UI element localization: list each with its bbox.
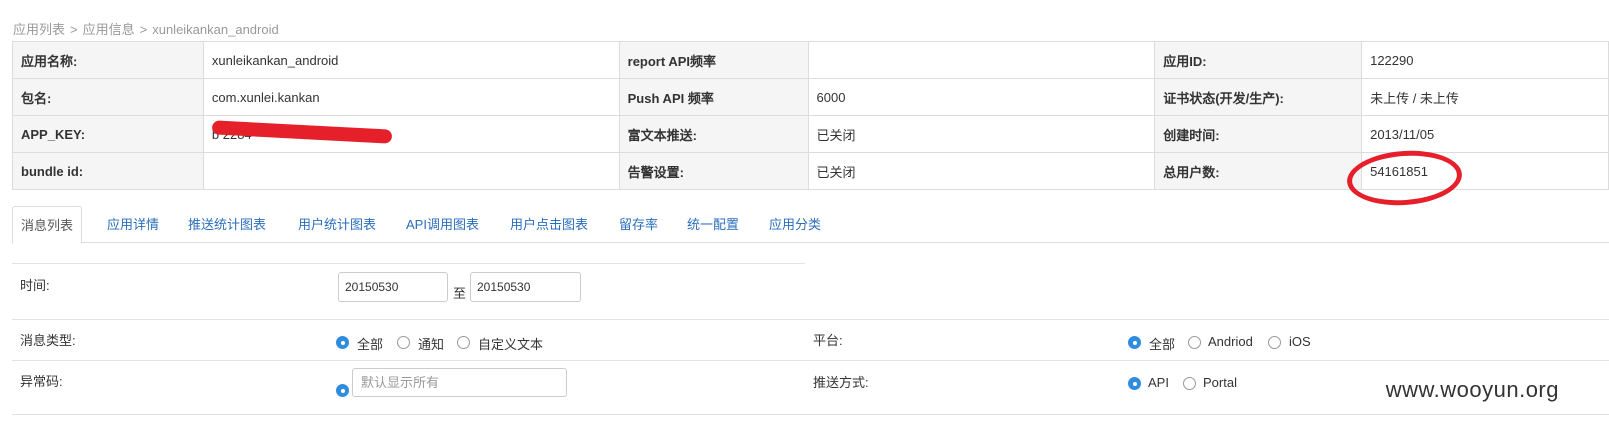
- platform-android-radio[interactable]: [1188, 336, 1201, 349]
- tab-unified-config[interactable]: 统一配置: [679, 206, 747, 243]
- table-row: 应用名称: xunleikankan_android report API频率 …: [12, 41, 1609, 79]
- platform-all-radio[interactable]: [1128, 336, 1141, 349]
- tab-api-call-chart[interactable]: API调用图表: [398, 206, 487, 243]
- breadcrumb-separator: >: [70, 22, 78, 37]
- breadcrumb: 应用列表 > 应用信息 > xunleikankan_android: [13, 19, 279, 38]
- date-range-separator: 至: [453, 286, 467, 301]
- app-key-value-cell: b 2284: [202, 115, 620, 153]
- table-row: APP_KEY: b 2284 富文本推送: 已关闭 创建时间: 2013/11…: [12, 115, 1609, 153]
- msg-type-all-radio[interactable]: [336, 336, 349, 349]
- created-time-label: 创建时间:: [1154, 115, 1363, 153]
- rich-push-label: 富文本推送:: [618, 115, 809, 153]
- breadcrumb-app-info[interactable]: 应用信息: [83, 19, 135, 38]
- push-method-api-radio[interactable]: [1128, 377, 1141, 390]
- divider: [12, 414, 1609, 415]
- divider: [12, 263, 805, 264]
- message-type-label: 消息类型:: [20, 333, 76, 348]
- cert-status-value: 未上传 / 未上传: [1361, 78, 1609, 116]
- push-method-portal-label: Portal: [1203, 375, 1237, 390]
- msg-type-all-label: 全部: [357, 337, 384, 352]
- tab-user-stats-chart[interactable]: 用户统计图表: [290, 206, 384, 243]
- divider: [12, 319, 1609, 320]
- msg-type-notification-radio[interactable]: [397, 336, 410, 349]
- breadcrumb-app-list[interactable]: 应用列表: [13, 19, 65, 38]
- error-code-radio[interactable]: [336, 384, 349, 397]
- tab-retention-rate[interactable]: 留存率: [611, 206, 666, 243]
- tab-app-details[interactable]: 应用详情: [99, 206, 167, 243]
- app-name-value: xunleikankan_android: [202, 41, 620, 79]
- push-method-api-label: API: [1148, 375, 1169, 390]
- breadcrumb-current: xunleikankan_android: [152, 22, 279, 37]
- tab-bar: 消息列表 应用详情 推送统计图表 用户统计图表 API调用图表 用户点击图表 留…: [12, 206, 1609, 244]
- date-to-input[interactable]: 20150530: [470, 272, 581, 302]
- tab-message-list[interactable]: 消息列表: [12, 206, 83, 244]
- created-time-value: 2013/11/05: [1361, 115, 1609, 153]
- error-code-input[interactable]: 默认显示所有: [352, 368, 567, 397]
- tab-push-stats-chart[interactable]: 推送统计图表: [180, 206, 274, 243]
- push-api-rate-value: 6000: [807, 78, 1156, 116]
- push-method-portal-radio[interactable]: [1183, 377, 1196, 390]
- watermark: www.wooyun.org: [1385, 377, 1559, 402]
- package-name-label: 包名:: [12, 78, 204, 116]
- platform-label: 平台:: [813, 333, 843, 348]
- breadcrumb-separator: >: [139, 22, 148, 37]
- app-name-label: 应用名称:: [12, 41, 204, 79]
- platform-ios-label: iOS: [1289, 334, 1311, 349]
- report-api-rate-value: [807, 41, 1156, 79]
- app-key-label: APP_KEY:: [12, 115, 204, 153]
- push-method-label: 推送方式:: [813, 375, 869, 390]
- msg-type-custom-text-radio[interactable]: [457, 336, 470, 349]
- total-users-label: 总用户数:: [1154, 152, 1363, 190]
- platform-android-label: Andriod: [1208, 334, 1253, 349]
- bundle-id-value: [202, 152, 620, 190]
- app-id-label: 应用ID:: [1154, 41, 1363, 79]
- table-row: 包名: com.xunlei.kankan Push API 频率 6000 证…: [12, 78, 1609, 116]
- alert-setting-value: 已关闭: [807, 152, 1156, 190]
- date-from-input[interactable]: 20150530: [338, 272, 448, 302]
- app-id-value: 122290: [1361, 41, 1609, 79]
- bundle-id-label: bundle id:: [12, 152, 204, 190]
- cert-status-label: 证书状态(开发/生产):: [1154, 78, 1363, 116]
- tab-user-click-chart[interactable]: 用户点击图表: [502, 206, 596, 243]
- rich-push-value: 已关闭: [807, 115, 1156, 153]
- report-api-rate-label: report API频率: [618, 41, 809, 79]
- platform-ios-radio[interactable]: [1268, 336, 1281, 349]
- push-api-rate-label: Push API 频率: [618, 78, 809, 116]
- msg-type-notification-label: 通知: [418, 337, 445, 352]
- time-label: 时间:: [20, 278, 50, 293]
- platform-all-label: 全部: [1149, 337, 1176, 352]
- tab-app-category[interactable]: 应用分类: [761, 206, 829, 243]
- package-name-value: com.xunlei.kankan: [202, 78, 620, 116]
- error-code-label: 异常码:: [20, 374, 63, 389]
- divider: [12, 360, 1609, 361]
- msg-type-custom-text-label: 自定义文本: [478, 337, 544, 352]
- alert-setting-label: 告警设置:: [618, 152, 809, 190]
